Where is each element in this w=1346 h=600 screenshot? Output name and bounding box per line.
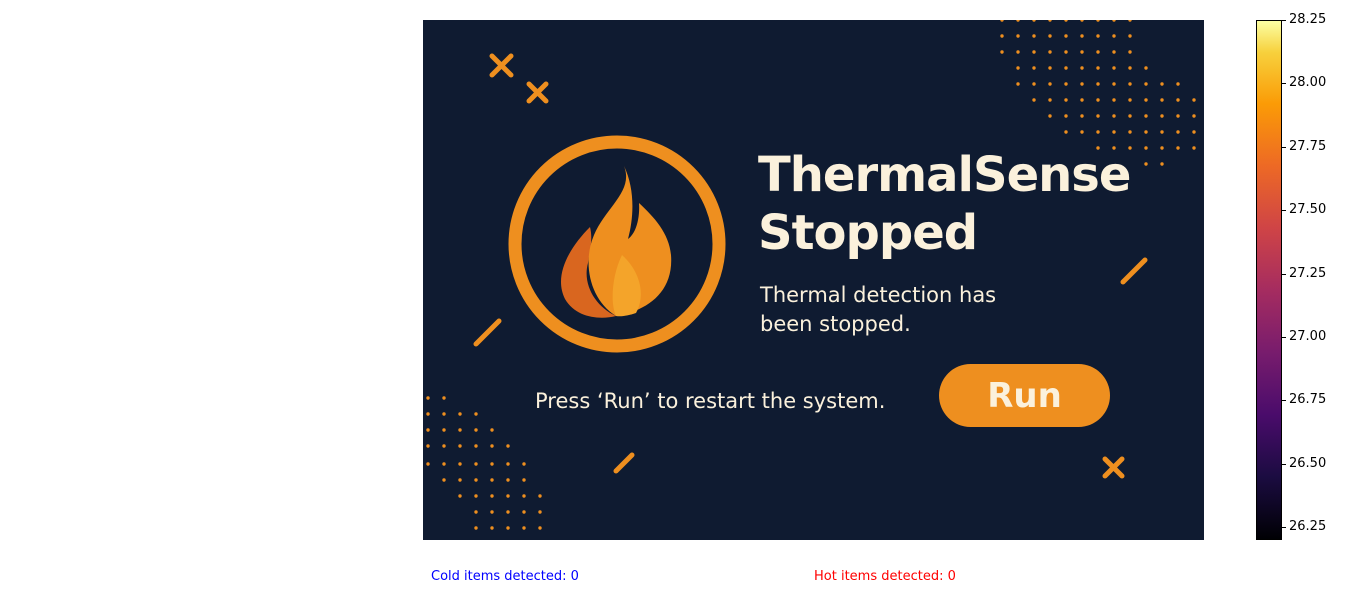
restart-hint: Press ‘Run’ to restart the system.: [535, 389, 886, 413]
dash-decoration: [1120, 257, 1148, 285]
status-message-line-1: Thermal detection has: [760, 283, 997, 307]
status-message-line-2: been stopped.: [760, 312, 911, 336]
colorbar-tick-label: 27.25: [1289, 265, 1327, 281]
colorbar-tick-label: 27.75: [1289, 138, 1327, 154]
cross-icon: [489, 53, 514, 78]
colorbar-tick-mark: [1282, 527, 1286, 529]
colorbar-ticks: 28.25 28.00 27.75 27.50 27.25 27.00 26.75 26.50…: [1282, 12, 1346, 540]
hot-items-count: Hot items detected: 0: [814, 569, 956, 584]
run-button[interactable]: Run: [939, 364, 1110, 427]
temperature-colorbar: [1256, 20, 1282, 540]
cold-items-count: Cold items detected: 0: [431, 569, 579, 584]
colorbar-tick-mark: [1282, 146, 1286, 148]
colorbar-tick-label: 26.75: [1289, 392, 1327, 408]
colorbar-tick-mark: [1282, 210, 1286, 212]
colorbar-tick-label: 28.00: [1289, 75, 1327, 91]
thermal-display-panel: ThermalSense Stopped Thermal detection h…: [423, 20, 1204, 540]
colorbar-tick-mark: [1282, 273, 1286, 275]
colorbar-tick-mark: [1282, 337, 1286, 339]
cross-icon: [526, 81, 549, 104]
status-message: Thermal detection has been stopped.: [760, 281, 1030, 339]
cross-icon: [1102, 456, 1125, 479]
thermalsense-window: ThermalSense Stopped Thermal detection h…: [0, 0, 1346, 600]
colorbar-tick-label: 28.25: [1289, 12, 1327, 27]
colorbar-tick-mark: [1282, 20, 1286, 21]
title-line-2: Stopped: [758, 205, 978, 261]
dash-decoration: [613, 452, 635, 474]
colorbar-tick-label: 26.25: [1289, 519, 1327, 535]
dash-decoration: [473, 318, 502, 347]
flame-icon: [508, 135, 726, 353]
page-title: ThermalSense Stopped: [758, 146, 1131, 262]
colorbar-tick-mark: [1282, 83, 1286, 85]
title-line-1: ThermalSense: [758, 147, 1131, 203]
colorbar-tick-mark: [1282, 400, 1286, 402]
dot-pattern-top-right: [1000, 20, 1196, 166]
colorbar-tick-label: 27.50: [1289, 202, 1327, 218]
colorbar-tick-mark: [1282, 463, 1286, 465]
colorbar-tick-label: 26.50: [1289, 455, 1327, 471]
dot-pattern-bottom-left: [426, 396, 542, 530]
colorbar-tick-label: 27.00: [1289, 329, 1327, 345]
